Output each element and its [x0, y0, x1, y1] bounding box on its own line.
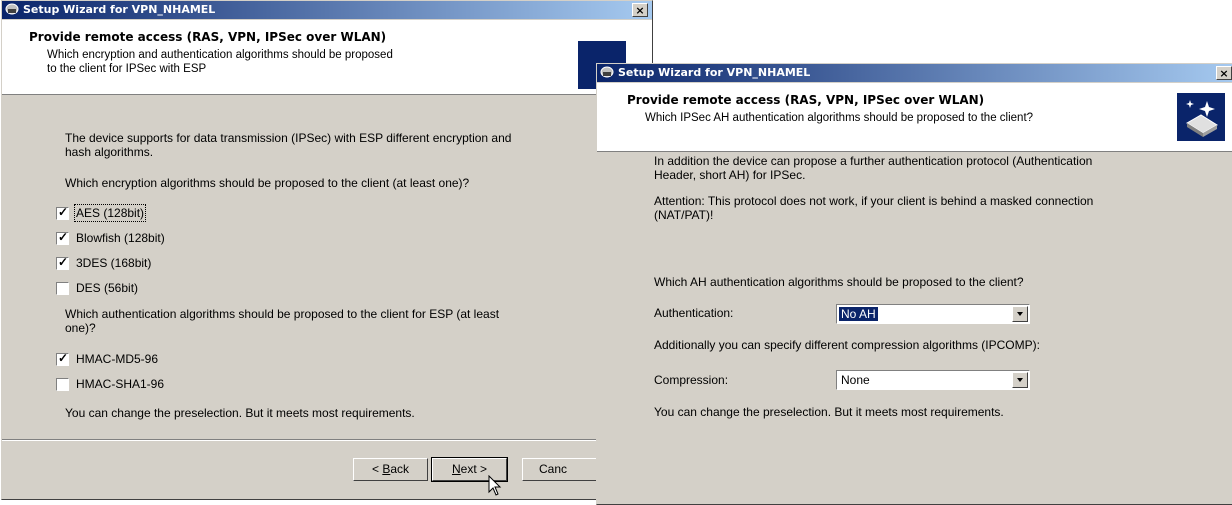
back-button[interactable]: < Back	[353, 458, 428, 481]
wizard-window-esp: Setup Wizard for VPN_NHAMEL × Provide re…	[1, 0, 653, 500]
checkmark-icon: ✓	[58, 351, 69, 365]
wizard-header: Provide remote access (RAS, VPN, IPSec o…	[597, 83, 1232, 152]
window-title: Setup Wizard for VPN_NHAMEL	[23, 3, 216, 16]
cancel-button[interactable]: Canc	[522, 458, 597, 481]
checkmark-icon: ✓	[58, 255, 69, 269]
wizard-network-icon	[1177, 93, 1225, 141]
close-icon: ×	[1219, 67, 1229, 80]
ah-question: Which AH authentication algorithms shoul…	[654, 275, 1024, 289]
app-icon	[600, 66, 614, 78]
button-separator	[2, 439, 652, 441]
dropdown-arrow-icon[interactable]	[1012, 372, 1028, 388]
dropdown-arrow-icon[interactable]	[1012, 306, 1028, 322]
header-subtitle: Which IPSec AH authentication algorithms…	[645, 112, 1034, 124]
header-title: Provide remote access (RAS, VPN, IPSec o…	[29, 30, 387, 44]
app-icon	[5, 3, 19, 15]
mouse-cursor-icon	[488, 475, 502, 496]
title-bar[interactable]: Setup Wizard for VPN_NHAMEL ×	[2, 1, 652, 19]
window-title: Setup Wizard for VPN_NHAMEL	[618, 66, 811, 79]
title-bar[interactable]: Setup Wizard for VPN_NHAMEL ×	[597, 64, 1232, 82]
intro-text: In addition the device can propose a fur…	[654, 154, 1093, 182]
checkmark-icon: ✓	[58, 230, 69, 244]
header-title: Provide remote access (RAS, VPN, IPSec o…	[627, 93, 985, 107]
wizard-header: Provide remote access (RAS, VPN, IPSec o…	[2, 20, 652, 95]
authentication-select[interactable]: No AH	[836, 304, 1030, 324]
checkmark-icon: ✓	[58, 205, 69, 219]
authentication-label: Authentication:	[654, 306, 734, 320]
attention-text: Attention: This protocol does not work, …	[654, 194, 1094, 222]
compression-select[interactable]: None	[836, 370, 1030, 390]
close-button[interactable]: ×	[632, 3, 648, 17]
compression-label: Compression:	[654, 373, 729, 387]
header-subtitle: Which encryption and authentication algo…	[47, 49, 393, 75]
footer-note: You can change the preselection. But it …	[65, 406, 415, 420]
encryption-question: Which encryption algorithms should be pr…	[65, 176, 470, 190]
wizard-window-ah: Setup Wizard for VPN_NHAMEL × Provide re…	[596, 63, 1232, 505]
ipcomp-text: Additionally you can specify different c…	[654, 338, 1040, 352]
close-button[interactable]: ×	[1216, 66, 1232, 80]
close-icon: ×	[635, 4, 645, 17]
footer-note: You can change the preselection. But it …	[654, 405, 1004, 419]
authentication-question: Which authentication algorithms should b…	[65, 307, 500, 335]
intro-text: The device supports for data transmissio…	[65, 131, 512, 159]
